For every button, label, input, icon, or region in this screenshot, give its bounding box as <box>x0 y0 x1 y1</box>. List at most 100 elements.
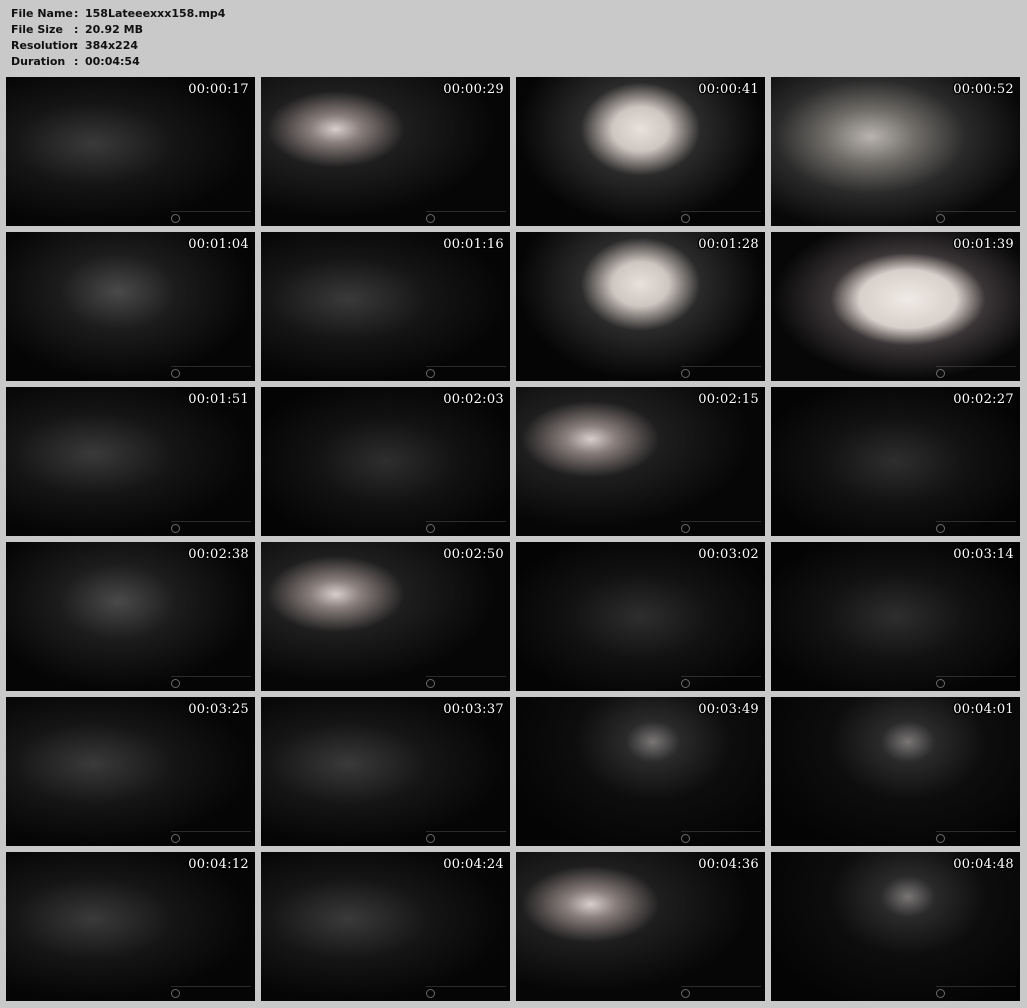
file-name-value: 158Lateeexxx158.mp4 <box>85 7 226 20</box>
video-thumbnail: 00:01:51 <box>6 387 255 536</box>
thumbnail-timestamp: 00:01:39 <box>953 237 1014 252</box>
thumbnail-timestamp: 00:01:16 <box>443 237 504 252</box>
watermark-logo <box>171 521 251 533</box>
thumbnail-timestamp: 00:04:36 <box>698 857 759 872</box>
thumbnail-frame-image <box>6 697 255 846</box>
thumbnail-frame-image <box>771 232 1020 381</box>
video-thumbnail: 00:00:17 <box>6 77 255 226</box>
watermark-logo <box>936 831 1016 843</box>
thumbnail-frame-image <box>771 697 1020 846</box>
file-info-sep: : <box>74 55 79 68</box>
file-info-key: File Size <box>11 23 63 36</box>
file-info-row-resolution: Resolution : 384x224 <box>11 38 225 54</box>
video-thumbnail: 00:02:03 <box>261 387 510 536</box>
thumbnail-timestamp: 00:02:38 <box>188 547 249 562</box>
file-info-row-duration: Duration : 00:04:54 <box>11 54 225 70</box>
thumbnail-timestamp: 00:00:29 <box>443 82 504 97</box>
video-thumbnail: 00:04:36 <box>516 852 765 1001</box>
file-size-value: 20.92 MB <box>85 23 143 36</box>
video-thumbnail: 00:00:41 <box>516 77 765 226</box>
thumbnail-frame-image <box>771 542 1020 691</box>
watermark-logo <box>426 366 506 378</box>
thumbnail-timestamp: 00:03:49 <box>698 702 759 717</box>
thumbnail-frame-image <box>6 77 255 226</box>
watermark-logo <box>936 211 1016 223</box>
file-info-panel: File Name : 158Lateeexxx158.mp4 File Siz… <box>11 6 225 70</box>
watermark-logo <box>681 366 761 378</box>
thumbnail-timestamp: 00:03:02 <box>698 547 759 562</box>
video-thumbnail: 00:04:24 <box>261 852 510 1001</box>
thumbnail-timestamp: 00:02:03 <box>443 392 504 407</box>
resolution-value: 384x224 <box>85 39 139 52</box>
thumbnail-frame-image <box>771 852 1020 1001</box>
video-thumbnail: 00:03:49 <box>516 697 765 846</box>
video-thumbnail: 00:03:14 <box>771 542 1020 691</box>
watermark-logo <box>171 986 251 998</box>
thumbnail-frame-image <box>516 697 765 846</box>
video-thumbnail: 00:04:12 <box>6 852 255 1001</box>
file-info-sep: : <box>74 7 79 20</box>
thumbnail-frame-image <box>261 697 510 846</box>
file-info-sep: : <box>74 23 79 36</box>
thumbnail-timestamp: 00:00:17 <box>188 82 249 97</box>
file-info-key: File Name <box>11 7 73 20</box>
thumbnail-timestamp: 00:03:25 <box>188 702 249 717</box>
thumbnail-frame-image <box>516 77 765 226</box>
video-thumbnail: 00:01:04 <box>6 232 255 381</box>
thumbnail-frame-image <box>261 852 510 1001</box>
thumbnail-timestamp: 00:00:52 <box>953 82 1014 97</box>
thumbnail-timestamp: 00:02:27 <box>953 392 1014 407</box>
video-thumbnail: 00:02:38 <box>6 542 255 691</box>
thumbnail-timestamp: 00:03:14 <box>953 547 1014 562</box>
thumbnail-timestamp: 00:01:51 <box>188 392 249 407</box>
watermark-logo <box>171 831 251 843</box>
watermark-logo <box>681 211 761 223</box>
video-thumbnail: 00:02:27 <box>771 387 1020 536</box>
video-thumbnail: 00:01:39 <box>771 232 1020 381</box>
thumbnail-frame-image <box>261 542 510 691</box>
watermark-logo <box>171 366 251 378</box>
thumbnail-frame-image <box>6 232 255 381</box>
thumbnail-frame-image <box>516 387 765 536</box>
watermark-logo <box>936 366 1016 378</box>
thumbnail-frame-image <box>261 387 510 536</box>
watermark-logo <box>681 521 761 533</box>
thumbnail-timestamp: 00:02:50 <box>443 547 504 562</box>
video-thumbnail: 00:03:37 <box>261 697 510 846</box>
thumbnail-frame-image <box>516 232 765 381</box>
thumbnail-frame-image <box>771 77 1020 226</box>
thumbnail-frame-image <box>261 77 510 226</box>
thumbnail-frame-image <box>6 852 255 1001</box>
thumbnail-timestamp: 00:01:28 <box>698 237 759 252</box>
watermark-logo <box>681 831 761 843</box>
thumbnail-timestamp: 00:00:41 <box>698 82 759 97</box>
video-thumbnail: 00:01:28 <box>516 232 765 381</box>
watermark-logo <box>426 986 506 998</box>
video-thumbnail: 00:00:29 <box>261 77 510 226</box>
thumbnail-timestamp: 00:02:15 <box>698 392 759 407</box>
thumbnail-timestamp: 00:04:12 <box>188 857 249 872</box>
watermark-logo <box>426 676 506 688</box>
thumbnail-frame-image <box>516 542 765 691</box>
video-thumbnail: 00:00:52 <box>771 77 1020 226</box>
watermark-logo <box>171 211 251 223</box>
video-thumbnail: 00:04:48 <box>771 852 1020 1001</box>
thumbnail-frame-image <box>6 387 255 536</box>
duration-value: 00:04:54 <box>85 55 140 68</box>
video-thumbnail: 00:02:15 <box>516 387 765 536</box>
file-info-key: Resolution <box>11 39 78 52</box>
thumbnail-frame-image <box>771 387 1020 536</box>
watermark-logo <box>936 986 1016 998</box>
video-thumbnail: 00:03:25 <box>6 697 255 846</box>
watermark-logo <box>936 521 1016 533</box>
video-thumbnail: 00:02:50 <box>261 542 510 691</box>
video-thumbnail: 00:04:01 <box>771 697 1020 846</box>
thumbnail-frame-image <box>6 542 255 691</box>
thumbnail-timestamp: 00:04:24 <box>443 857 504 872</box>
file-info-sep: : <box>74 39 79 52</box>
watermark-logo <box>936 676 1016 688</box>
file-info-key: Duration <box>11 55 66 68</box>
file-info-row-size: File Size : 20.92 MB <box>11 22 225 38</box>
thumbnail-frame-image <box>516 852 765 1001</box>
watermark-logo <box>426 521 506 533</box>
